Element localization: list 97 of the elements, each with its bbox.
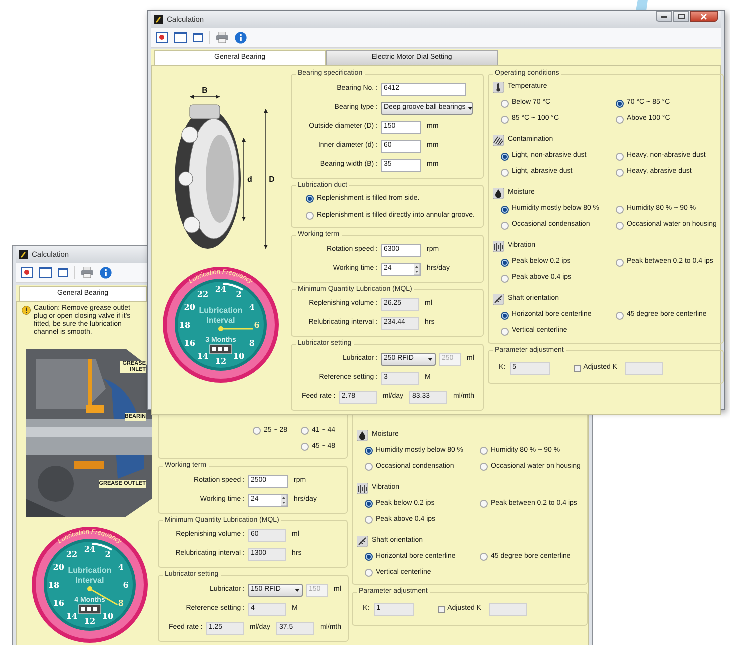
radio-indicator[interactable] xyxy=(501,222,509,230)
radio-indicator[interactable] xyxy=(616,168,624,176)
dial-number: 10 xyxy=(102,611,114,622)
dial-number: 12 xyxy=(215,356,227,366)
printer-icon[interactable] xyxy=(216,32,229,43)
radio-indicator[interactable] xyxy=(616,152,624,160)
dial-number: 18 xyxy=(179,320,191,330)
radio-indicator[interactable] xyxy=(480,553,488,561)
dimension-label: D xyxy=(269,175,275,184)
image-icon[interactable] xyxy=(156,32,168,43)
counter-icon xyxy=(210,344,232,354)
radio-indicator[interactable] xyxy=(365,500,373,508)
dial-number: 24 xyxy=(84,544,96,554)
window-icon[interactable] xyxy=(174,32,187,43)
dial-number: 14 xyxy=(66,611,78,622)
dial-number: 22 xyxy=(66,548,78,559)
warning-icon xyxy=(22,306,31,315)
dimension-label: B xyxy=(202,86,208,95)
gauge-label: Lubrication xyxy=(199,306,243,315)
close-icon xyxy=(701,14,707,20)
radio-indicator[interactable] xyxy=(616,206,624,214)
radio-indicator[interactable] xyxy=(501,328,509,336)
radio-indicator[interactable] xyxy=(365,447,373,455)
dimension-line xyxy=(190,95,220,99)
close-button[interactable] xyxy=(690,11,718,22)
dial-number: 14 xyxy=(197,351,209,362)
radio-indicator[interactable] xyxy=(306,212,314,220)
caret-icon xyxy=(295,588,300,592)
dial-number: 20 xyxy=(184,302,196,312)
gauge-label: Interval xyxy=(76,576,104,585)
info-icon[interactable] xyxy=(235,32,247,44)
info-icon[interactable] xyxy=(100,266,112,278)
image-icon[interactable] xyxy=(21,267,33,278)
app-icon xyxy=(154,15,163,24)
dial-number: 8 xyxy=(249,338,255,348)
dial-number: 16 xyxy=(53,598,64,608)
radio-indicator[interactable] xyxy=(301,427,309,435)
window-icon[interactable] xyxy=(39,267,52,278)
window-icon[interactable] xyxy=(193,33,203,42)
radio-indicator[interactable] xyxy=(501,274,509,282)
radio-indicator[interactable] xyxy=(616,312,624,320)
dial-number: 16 xyxy=(184,338,196,348)
dial-number: 2 xyxy=(236,288,242,299)
radio-indicator[interactable] xyxy=(301,443,309,451)
waveform-icon xyxy=(357,482,368,494)
thermometer-icon xyxy=(493,82,504,93)
radio-indicator[interactable] xyxy=(480,500,488,508)
radio-indicator[interactable] xyxy=(365,516,373,524)
dial-number: 24 xyxy=(215,284,227,294)
printer-icon[interactable] xyxy=(81,267,94,278)
minimize-button[interactable] xyxy=(656,11,672,22)
dial-number: 4 xyxy=(249,302,255,312)
gauge-label: Lubrication xyxy=(68,566,112,575)
radio-indicator[interactable] xyxy=(616,222,624,230)
radio-indicator[interactable] xyxy=(480,463,488,471)
caret-icon xyxy=(468,106,473,110)
radio-indicator[interactable] xyxy=(365,463,373,471)
radio-indicator[interactable] xyxy=(501,152,509,160)
dial-number: 8 xyxy=(118,598,124,608)
dial-number: 4 xyxy=(118,562,124,572)
counter-icon xyxy=(78,604,102,614)
dial-number: 10 xyxy=(233,351,245,362)
waveform-icon xyxy=(493,241,504,252)
spinner-icon[interactable] xyxy=(414,264,420,274)
radio-indicator[interactable] xyxy=(501,168,509,176)
radio-indicator[interactable] xyxy=(480,447,488,455)
radio-indicator[interactable] xyxy=(501,312,509,320)
maximize-button[interactable] xyxy=(673,11,689,22)
app-icon xyxy=(19,250,28,259)
dial-number: 6 xyxy=(254,320,260,330)
window-icon[interactable] xyxy=(58,268,68,277)
dial-number: 6 xyxy=(123,580,129,590)
radio-indicator[interactable] xyxy=(616,116,624,124)
rod-icon xyxy=(493,294,504,305)
dial-number: 18 xyxy=(48,580,60,590)
hatch-icon xyxy=(493,135,504,146)
rod-icon xyxy=(357,536,368,546)
radio-indicator[interactable] xyxy=(365,553,373,561)
radio-indicator[interactable] xyxy=(501,206,509,214)
caret-icon xyxy=(428,358,433,360)
dial-number: 20 xyxy=(53,562,64,572)
radio-indicator[interactable] xyxy=(616,100,624,108)
drop-icon xyxy=(357,430,368,440)
radio-indicator[interactable] xyxy=(306,195,314,203)
gauge-label: Interval xyxy=(206,316,236,325)
dial-number: 2 xyxy=(105,548,111,559)
dimension-label: d xyxy=(248,175,252,184)
spinner-icon[interactable] xyxy=(281,494,287,506)
drop-icon xyxy=(493,188,504,199)
dial-number: 12 xyxy=(84,616,96,626)
dial-number: 22 xyxy=(197,288,209,299)
radio-indicator[interactable] xyxy=(616,258,624,266)
radio-indicator[interactable] xyxy=(501,258,509,266)
radio-indicator[interactable] xyxy=(501,116,509,124)
radio-indicator[interactable] xyxy=(253,427,261,435)
radio-indicator[interactable] xyxy=(365,569,373,577)
radio-indicator[interactable] xyxy=(501,100,509,108)
